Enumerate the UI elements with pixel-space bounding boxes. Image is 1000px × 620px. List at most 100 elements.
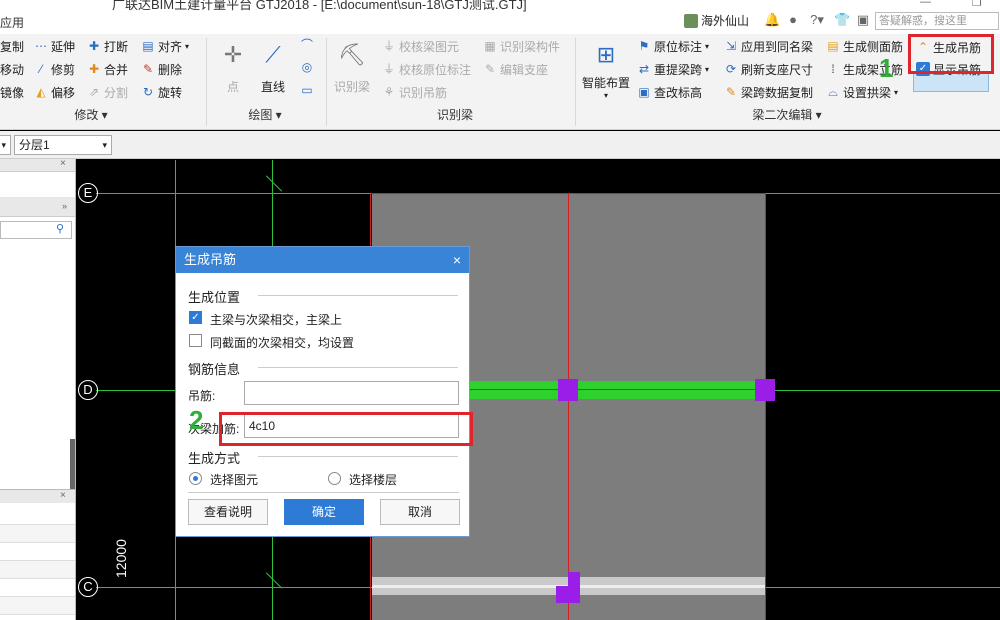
- bell-icon[interactable]: 🔔: [764, 13, 780, 27]
- help-button[interactable]: 查看说明: [188, 499, 268, 525]
- close-icon[interactable]: ×: [60, 490, 66, 501]
- radio-select-floor[interactable]: [328, 472, 341, 485]
- merge-icon: ✚: [88, 62, 100, 76]
- hanger-marker[interactable]: [755, 379, 775, 401]
- left-panel: × » ⚲ ×: [0, 158, 76, 620]
- checkbox-main-secondary[interactable]: ✓: [189, 311, 202, 324]
- check-beam-element-button[interactable]: ⏚ 校核梁图元: [382, 37, 459, 55]
- line-button[interactable]: ⟋ 直线: [258, 40, 288, 95]
- arc-icon[interactable]: ⌒: [300, 38, 314, 52]
- ribbon: 复制 ⋯ 延伸 ✚ 打断 ▤ 对齐 ▾ 移动 ⁄ 修剪 ✚ 合并 ✎ 删除 镜像 ◭ 偏移 ⇗ 分…: [0, 34, 1000, 130]
- group-edit2-label[interactable]: 梁二次编辑 ▾: [742, 106, 832, 123]
- apply-icon: ⇲: [725, 39, 737, 53]
- copy-span-data-label: 梁跨数据复制: [741, 85, 814, 100]
- group-draw-label[interactable]: 绘图 ▾: [240, 106, 290, 123]
- circle-icon[interactable]: ◎: [300, 60, 314, 74]
- axis-label-c: C: [78, 577, 98, 597]
- apply-same-name-button[interactable]: ⇲ 应用到同名梁: [724, 37, 813, 55]
- mirror-button[interactable]: 镜像: [0, 83, 24, 101]
- recognize-hanger-label: 识别吊筋: [399, 85, 448, 100]
- in-situ-mark-icon: ⚑: [638, 39, 650, 53]
- checkbox-same-section[interactable]: [189, 334, 202, 347]
- panel-scrollbar[interactable]: [70, 439, 75, 489]
- close-icon[interactable]: ×: [453, 247, 461, 273]
- group-modify-label[interactable]: 修改 ▾: [66, 106, 116, 123]
- section-divider: [258, 295, 458, 296]
- trim-button[interactable]: ⁄ 修剪: [34, 60, 75, 78]
- recognize-beam-icon: ⛏: [338, 42, 366, 67]
- copy-span-data-button[interactable]: ✎ 梁跨数据复制: [724, 83, 813, 101]
- move-button[interactable]: 移动: [0, 60, 24, 78]
- close-icon[interactable]: ×: [60, 158, 66, 169]
- hanger-marker[interactable]: [556, 586, 580, 603]
- section-divider: [188, 492, 459, 493]
- align-button[interactable]: ▤ 对齐 ▾: [141, 37, 189, 55]
- check-elevation-label: 查改标高: [654, 85, 703, 100]
- merge-label: 合并: [104, 62, 129, 77]
- check-beam-element-label: 校核梁图元: [399, 39, 460, 54]
- apply-same-name-label: 应用到同名梁: [741, 39, 814, 54]
- split-button[interactable]: ⇗ 分割: [87, 83, 128, 101]
- funnel-icon: ⏚: [382, 62, 395, 76]
- set-arch-beam-button[interactable]: ⌓ 设置拱梁 ▾: [826, 83, 898, 101]
- hanger-input[interactable]: [244, 381, 459, 405]
- in-situ-mark-button[interactable]: ⚑ 原位标注 ▾: [637, 37, 709, 55]
- layer-combo[interactable]: 分层1 ▾: [14, 135, 112, 155]
- break-button[interactable]: ✚ 打断: [87, 37, 128, 55]
- gen-erection-rebar-label: 生成架立筋: [843, 62, 904, 77]
- delete-button[interactable]: ✎ 删除: [141, 60, 182, 78]
- layer-value: 分层1: [19, 138, 50, 152]
- side-rebar-icon: ▤: [827, 39, 839, 53]
- merge-button[interactable]: ✚ 合并: [87, 60, 128, 78]
- mirror-label: 镜像: [0, 85, 25, 100]
- secondary-beam-d[interactable]: [470, 381, 765, 399]
- gen-hanger-dialog: 生成吊筋 × 生成位置 ✓ 主梁与次梁相交，主梁上 同截面的次梁相交，均设置 钢…: [175, 246, 470, 537]
- recognize-beam-component-button[interactable]: ▦ 识别梁构件: [483, 37, 560, 55]
- chat-icon[interactable]: ●: [786, 13, 800, 27]
- trim-label: 修剪: [51, 62, 76, 77]
- extend-button[interactable]: ⋯ 延伸: [34, 37, 75, 55]
- shirt-icon[interactable]: 👕: [834, 13, 850, 27]
- step1-marker: 1: [879, 53, 894, 83]
- set-arch-beam-label: 设置拱梁: [843, 85, 892, 100]
- offset-button[interactable]: ◭ 偏移: [34, 83, 75, 101]
- cancel-button[interactable]: 取消: [380, 499, 460, 525]
- window-title: 广联达BIM土建计量平台 GTJ2018 - [E:\document\sun-…: [112, 0, 527, 12]
- rectangle-icon[interactable]: ▭: [300, 83, 314, 97]
- radio-select-floor-label: 选择楼层: [349, 473, 398, 487]
- app-menu-label[interactable]: 应用: [0, 14, 24, 31]
- smart-layout-button[interactable]: ⊞ 智能布置 ▾: [582, 40, 630, 100]
- refresh-support-size-button[interactable]: ⟳ 刷新支座尺寸: [724, 60, 813, 78]
- dimension-label: 12000: [113, 539, 129, 578]
- search-icon[interactable]: ⚲: [56, 222, 64, 235]
- section-rebar-label: 钢筋信息: [188, 362, 241, 377]
- floor-combo[interactable]: ▾: [0, 135, 11, 155]
- search-input[interactable]: 答疑解惑，搜这里: [875, 12, 999, 30]
- user-account[interactable]: 海外仙山: [684, 12, 749, 29]
- check-in-situ-mark-button[interactable]: ⏚ 校核原位标注: [382, 60, 471, 78]
- minimize-icon[interactable]: —: [920, 0, 931, 8]
- radio-select-element[interactable]: [189, 472, 202, 485]
- check-elevation-button[interactable]: ▣ 查改标高: [637, 83, 702, 101]
- ok-button[interactable]: 确定: [284, 499, 364, 525]
- edit-support-button[interactable]: ✎ 编辑支座: [483, 60, 548, 78]
- ribbon-divider: [575, 38, 576, 126]
- align-icon: ▤: [142, 39, 154, 53]
- recognize-hanger-button[interactable]: ⚘ 识别吊筋: [382, 83, 447, 101]
- user-name: 海外仙山: [701, 14, 750, 28]
- gift-icon[interactable]: ▣: [856, 13, 870, 27]
- copy-button[interactable]: 复制: [0, 37, 24, 55]
- help-icon[interactable]: ?▾: [807, 13, 827, 27]
- expand-icon[interactable]: »: [62, 201, 67, 211]
- point-button[interactable]: ✛ 点: [218, 40, 248, 95]
- split-icon: ⇗: [88, 85, 100, 99]
- gen-side-rebar-label: 生成侧面筋: [843, 39, 904, 54]
- re-extract-span-button[interactable]: ⇄ 重提梁跨 ▾: [637, 60, 709, 78]
- rotate-button[interactable]: ↻ 旋转: [141, 83, 182, 101]
- layer-toolbar: ▾ 分层1 ▾: [0, 131, 1000, 159]
- restore-icon[interactable]: ❐: [972, 0, 982, 9]
- refresh-icon: ⟳: [725, 62, 737, 76]
- hanger-marker[interactable]: [558, 379, 578, 401]
- recognize-beam-button[interactable]: ⛏ 识别梁: [334, 40, 370, 95]
- copy-span-icon: ✎: [725, 85, 737, 99]
